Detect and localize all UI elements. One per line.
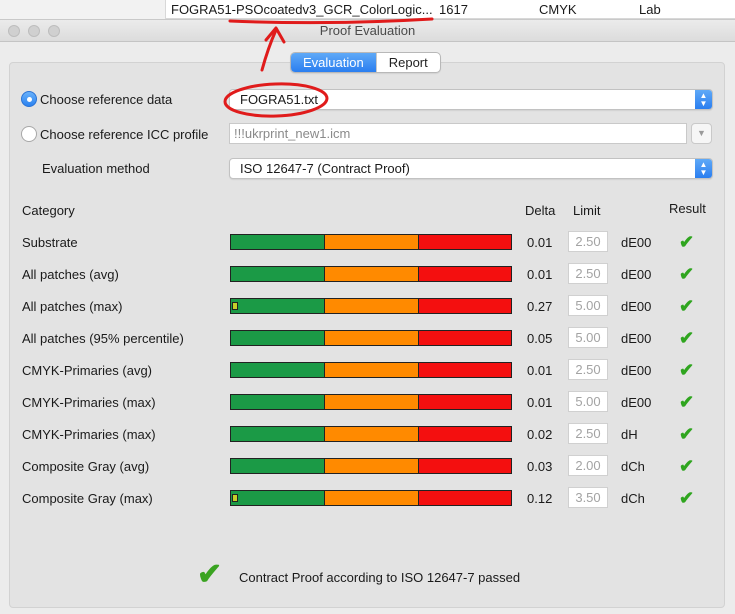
popup-arrows-icon: ▲ ▼ <box>695 159 712 178</box>
tolerance-bar <box>230 266 512 282</box>
delta-indicator <box>232 302 238 310</box>
limit-field[interactable]: 3.50 <box>568 487 608 508</box>
tab-evaluation[interactable]: Evaluation <box>291 53 376 72</box>
reference-data-popup[interactable]: FOGRA51.txt ▲ ▼ <box>229 89 713 110</box>
category-label: Composite Gray (max) <box>22 491 153 506</box>
tolerance-bar <box>230 490 512 506</box>
limit-field[interactable]: 5.00 <box>568 327 608 348</box>
icc-profile-dropdown[interactable]: ▼ <box>691 123 712 144</box>
colorspace-cell: CMYK <box>539 2 577 17</box>
delta-value: 0.27 <box>527 299 553 314</box>
category-label: CMYK-Primaries (avg) <box>22 363 153 378</box>
unit-label: dE00 <box>621 363 652 378</box>
delta-value: 0.05 <box>527 331 553 346</box>
evaluation-method-value: ISO 12647-7 (Contract Proof) <box>240 161 410 176</box>
tolerance-bar <box>230 426 512 442</box>
reference-data-label: Choose reference data <box>40 92 173 107</box>
category-header: Category <box>22 203 75 218</box>
chevron-down-icon: ▼ <box>697 128 706 138</box>
background-table: FOGRA51-PSOcoatedv3_GCR_ColorLogic... 16… <box>0 0 735 20</box>
unit-label: dE00 <box>621 267 652 282</box>
title-bar: Proof Evaluation <box>0 20 735 42</box>
pass-check-icon: ✔ <box>679 328 695 348</box>
reference-icc-label: Choose reference ICC profile <box>40 127 209 142</box>
delta-header: Delta <box>525 203 556 218</box>
category-label: CMYK-Primaries (max) <box>22 395 156 410</box>
tolerance-bar <box>230 330 512 346</box>
tolerance-bar <box>230 394 512 410</box>
pass-check-icon: ✔ <box>679 392 695 412</box>
view-tabs: Evaluation Report <box>290 52 441 73</box>
pass-check-icon: ✔ <box>679 232 695 252</box>
pass-check-icon: ✔ <box>679 360 695 380</box>
proof-evaluation-window: Proof Evaluation Evaluation Report Choos… <box>0 19 735 614</box>
unit-label: dE00 <box>621 331 652 346</box>
pass-check-icon: ✔ <box>679 264 695 284</box>
unit-label: dE00 <box>621 395 652 410</box>
category-label: Composite Gray (avg) <box>22 459 150 474</box>
unit-label: dE00 <box>621 299 652 314</box>
reference-data-value: FOGRA51.txt <box>240 92 319 107</box>
tolerance-bar <box>230 298 512 314</box>
delta-value: 0.03 <box>527 459 553 474</box>
window-title: Proof Evaluation <box>319 23 416 38</box>
category-label: All patches (avg) <box>22 267 119 282</box>
icc-profile-field[interactable]: !!!ukrprint_new1.icm <box>229 123 687 144</box>
pass-check-icon: ✔ <box>679 296 695 316</box>
patch-count-cell: 1617 <box>439 2 468 17</box>
delta-value: 0.01 <box>527 395 553 410</box>
delta-value: 0.01 <box>527 267 553 282</box>
evaluation-method-label: Evaluation method <box>42 161 150 176</box>
delta-value: 0.02 <box>527 427 553 442</box>
limit-field[interactable]: 2.50 <box>568 231 608 252</box>
limit-field[interactable]: 2.50 <box>568 263 608 284</box>
limit-field[interactable]: 2.50 <box>568 359 608 380</box>
passed-check-icon: ✔ <box>197 558 223 591</box>
reference-data-radio[interactable] <box>21 91 37 107</box>
category-label: All patches (max) <box>22 299 123 314</box>
unit-label: dH <box>621 427 638 442</box>
limit-field[interactable]: 5.00 <box>568 295 608 316</box>
category-label: All patches (95% percentile) <box>22 331 184 346</box>
unit-label: dE00 <box>621 235 652 250</box>
limit-field[interactable]: 5.00 <box>568 391 608 412</box>
unit-label: dCh <box>621 459 645 474</box>
tolerance-bar <box>230 234 512 250</box>
evaluation-method-popup[interactable]: ISO 12647-7 (Contract Proof) ▲ ▼ <box>229 158 713 179</box>
popup-arrows-icon: ▲ ▼ <box>695 90 712 109</box>
delta-value: 0.01 <box>527 363 553 378</box>
profile-name-cell: FOGRA51-PSOcoatedv3_GCR_ColorLogic... <box>171 2 433 17</box>
tolerance-bar <box>230 362 512 378</box>
tolerance-bar <box>230 458 512 474</box>
reference-icc-radio[interactable] <box>21 126 37 142</box>
limit-field[interactable]: 2.50 <box>568 423 608 444</box>
unit-label: dCh <box>621 491 645 506</box>
limit-field[interactable]: 2.00 <box>568 455 608 476</box>
pass-check-icon: ✔ <box>679 424 695 444</box>
tab-report[interactable]: Report <box>375 53 440 72</box>
background-table-row[interactable]: FOGRA51-PSOcoatedv3_GCR_ColorLogic... 16… <box>165 0 735 19</box>
limit-header: Limit <box>573 203 601 218</box>
delta-value: 0.12 <box>527 491 553 506</box>
pass-check-icon: ✔ <box>679 488 695 508</box>
delta-value: 0.01 <box>527 235 553 250</box>
delta-indicator <box>232 494 238 502</box>
category-label: CMYK-Primaries (max) <box>22 427 156 442</box>
result-header: Result <box>669 201 706 216</box>
pcs-cell: Lab <box>639 2 661 17</box>
category-label: Substrate <box>22 235 78 250</box>
pass-check-icon: ✔ <box>679 456 695 476</box>
result-summary: Contract Proof according to ISO 12647-7 … <box>239 570 521 585</box>
